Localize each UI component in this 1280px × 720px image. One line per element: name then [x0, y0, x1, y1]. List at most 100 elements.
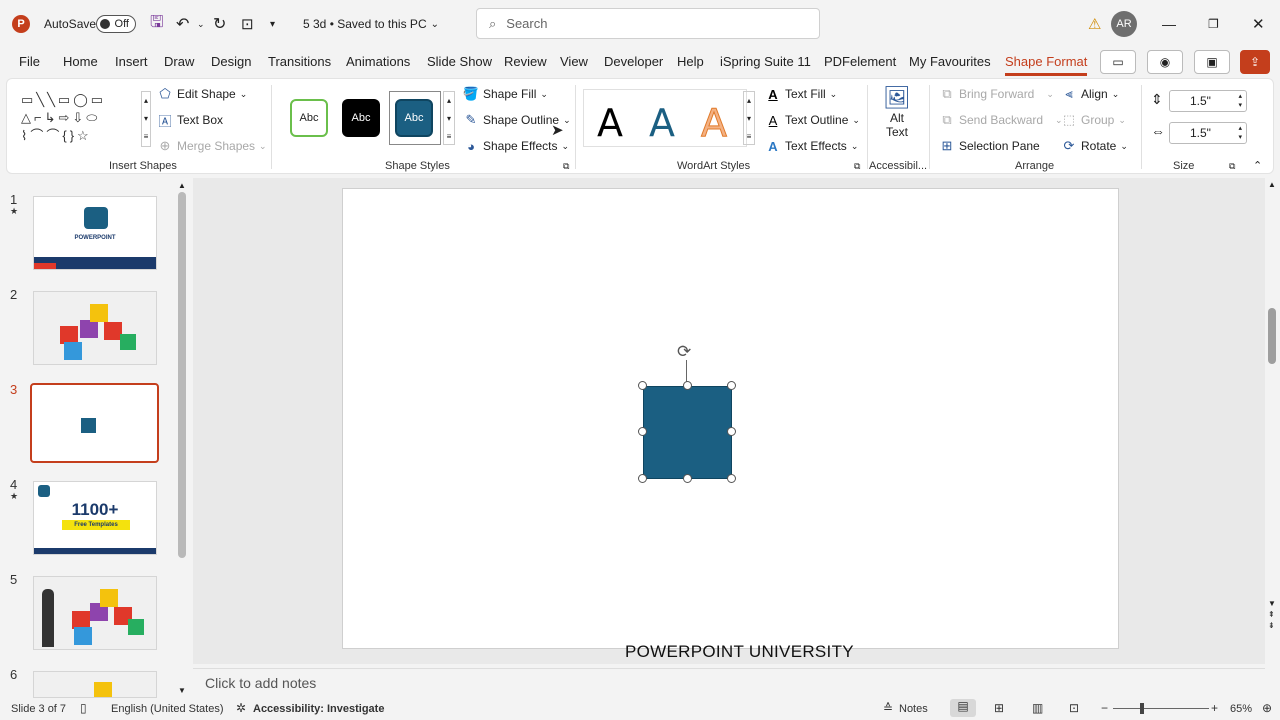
slide-thumbnail-2[interactable] [33, 291, 157, 365]
undo-dropdown-icon[interactable]: ⌄ [197, 0, 205, 48]
tab-draw[interactable]: Draw [164, 54, 194, 69]
tab-shape-format[interactable]: Shape Format [1005, 54, 1088, 76]
slide-footer-text[interactable]: POWERPOINT UNIVERSITY [625, 642, 854, 662]
shape-height-input[interactable]: 1.5" ▴ ▾ [1169, 90, 1247, 112]
shape-effects-button[interactable]: ◕ Shape Effects ⌄ [463, 138, 569, 154]
thumbnails-scrollbar[interactable] [178, 192, 186, 558]
text-outline-button[interactable]: A Text Outline ⌄ [765, 112, 860, 128]
zoom-slider-thumb[interactable] [1140, 703, 1144, 714]
accessibility-status[interactable]: Accessibility: Investigate [253, 703, 384, 715]
bring-forward-button[interactable]: ⧉ Bring Forward ⌄ [939, 86, 1054, 102]
resize-handle[interactable] [683, 381, 692, 390]
file-title[interactable]: 5 3d • Saved to this PC ⌄ [303, 0, 439, 48]
shape-width-input[interactable]: 1.5" ▴ ▾ [1169, 122, 1247, 144]
resize-handle[interactable] [638, 427, 647, 436]
resize-handle[interactable] [727, 474, 736, 483]
customize-toolbar-icon[interactable]: ▾ [270, 0, 275, 48]
align-button[interactable]: ⫷ Align ⌄ [1061, 86, 1119, 102]
slide-thumbnail-1[interactable]: POWERPOINT [33, 196, 157, 270]
dialog-launcher-icon[interactable]: ⧉ [854, 161, 860, 172]
teams-icon[interactable]: ▣ [1194, 50, 1230, 74]
slide-thumbnail-3[interactable] [30, 383, 159, 463]
canvas-scrollbar[interactable] [1268, 308, 1276, 364]
selection-pane-button[interactable]: ⊞ Selection Pane [939, 138, 1040, 154]
tab-home[interactable]: Home [63, 54, 98, 69]
shape-style-preset-1[interactable]: Abc [290, 99, 328, 137]
tab-developer[interactable]: Developer [604, 54, 663, 69]
restore-icon[interactable]: ❐ [1208, 0, 1219, 48]
close-icon[interactable]: ✕ [1252, 0, 1265, 48]
shape-styles-gallery-scroll[interactable]: ▴ ▾ ≡ [443, 91, 455, 145]
slide-sorter-icon[interactable]: ⊞ [994, 701, 1004, 715]
record-icon[interactable]: ◉ [1147, 50, 1183, 74]
resize-handle[interactable] [727, 427, 736, 436]
shapes-gallery[interactable]: ▭╲╲▭◯▭ △⌐↳⇨⇩⬭ ⌇⌒⌒{}☆ [21, 91, 139, 147]
spelling-icon[interactable]: ▯ [80, 701, 87, 715]
tab-ispring-suite[interactable]: iSpring Suite 11 [720, 54, 811, 69]
tab-design[interactable]: Design [211, 54, 251, 69]
merge-shapes-button[interactable]: ⊕ Merge Shapes ⌄ [157, 138, 267, 154]
wordart-preset-1[interactable]: A [597, 101, 623, 145]
tab-insert[interactable]: Insert [115, 54, 148, 69]
send-backward-button[interactable]: ⧉ Send Backward ⌄ [939, 112, 1062, 128]
zoom-level[interactable]: 65% [1230, 703, 1252, 715]
language-indicator[interactable]: English (United States) [111, 703, 224, 715]
shape-style-preset-2[interactable]: Abc [342, 99, 380, 137]
notes-button[interactable]: Notes [899, 703, 928, 715]
tab-slide-show[interactable]: Slide Show [427, 54, 492, 69]
tab-animations[interactable]: Animations [346, 54, 410, 69]
zoom-out-icon[interactable]: − [1101, 701, 1108, 715]
redo-icon[interactable]: ↻ [213, 0, 226, 48]
tab-my-favourites[interactable]: My Favourites [909, 54, 991, 69]
tab-pdfelement[interactable]: PDFelement [824, 54, 896, 69]
reading-view-icon[interactable]: ▥ [1032, 701, 1043, 715]
slide-show-icon[interactable]: ⊡ [1069, 701, 1079, 715]
rotate-button[interactable]: ⟳ Rotate ⌄ [1061, 138, 1128, 154]
shape-style-preset-3[interactable]: Abc [395, 99, 433, 137]
text-box-button[interactable]: 🄰 Text Box [157, 112, 223, 129]
group-button[interactable]: ⬚ Group ⌄ [1061, 112, 1126, 128]
normal-view-icon[interactable]: ▤ [950, 699, 976, 717]
notes-pane[interactable]: Click to add notes [193, 668, 1265, 696]
tab-transitions[interactable]: Transitions [268, 54, 331, 69]
tab-help[interactable]: Help [677, 54, 704, 69]
dialog-launcher-icon[interactable]: ⧉ [563, 161, 569, 172]
autosave-toggle[interactable]: Off [96, 0, 136, 48]
text-fill-button[interactable]: A Text Fill ⌄ [765, 86, 837, 102]
resize-handle[interactable] [638, 381, 647, 390]
scroll-page-icons[interactable]: ▼ ⇞ ⇟ [1268, 598, 1276, 631]
scroll-up-icon[interactable]: ▲ [1268, 180, 1276, 189]
text-effects-button[interactable]: A Text Effects ⌄ [765, 138, 858, 154]
zoom-slider[interactable] [1113, 708, 1209, 709]
slide-thumbnail-4[interactable]: 1100+ Free Templates [33, 481, 157, 555]
tab-file[interactable]: File [19, 54, 40, 69]
dialog-launcher-icon[interactable]: ⧉ [1229, 161, 1235, 172]
spin-arrows-icon[interactable]: ▴ ▾ [1238, 92, 1242, 110]
resize-handle[interactable] [683, 474, 692, 483]
zoom-in-icon[interactable]: + [1211, 701, 1218, 715]
shape-fill-button[interactable]: 🪣 Shape Fill ⌄ [463, 86, 548, 102]
wordart-preset-3[interactable]: A [701, 101, 728, 146]
wordart-preset-2[interactable]: A [649, 101, 675, 145]
save-icon[interactable]: 🖫 [150, 0, 164, 48]
wordart-gallery-scroll[interactable]: ▴ ▾ ≡ [743, 91, 755, 145]
fit-to-window-icon[interactable]: ⊕ [1262, 701, 1272, 715]
spin-arrows-icon[interactable]: ▴ ▾ [1238, 124, 1242, 142]
resize-handle[interactable] [638, 474, 647, 483]
scroll-up-icon[interactable]: ▲ [178, 181, 186, 190]
rotate-handle-icon[interactable]: ⟳ [677, 342, 691, 362]
shapes-gallery-scroll[interactable]: ▴ ▾ ≡ [141, 91, 151, 147]
avatar[interactable]: AR [1111, 0, 1137, 48]
edit-shape-button[interactable]: ⬠ Edit Shape ⌄ [157, 86, 247, 102]
undo-icon[interactable]: ↶ [176, 0, 189, 48]
share-icon[interactable]: ⇪ [1240, 50, 1270, 74]
minimize-icon[interactable]: — [1162, 0, 1176, 48]
alt-text-button[interactable]: 🖼 Alt Text [879, 85, 915, 139]
scroll-down-icon[interactable]: ▼ [178, 686, 186, 695]
warning-icon[interactable]: ⚠ [1088, 0, 1101, 48]
slide-thumbnail-6[interactable] [33, 671, 157, 698]
present-icon[interactable]: ⊡ [241, 0, 254, 48]
search-input[interactable]: ⌕ Search [476, 8, 820, 39]
tab-review[interactable]: Review [504, 54, 547, 69]
tab-view[interactable]: View [560, 54, 588, 69]
